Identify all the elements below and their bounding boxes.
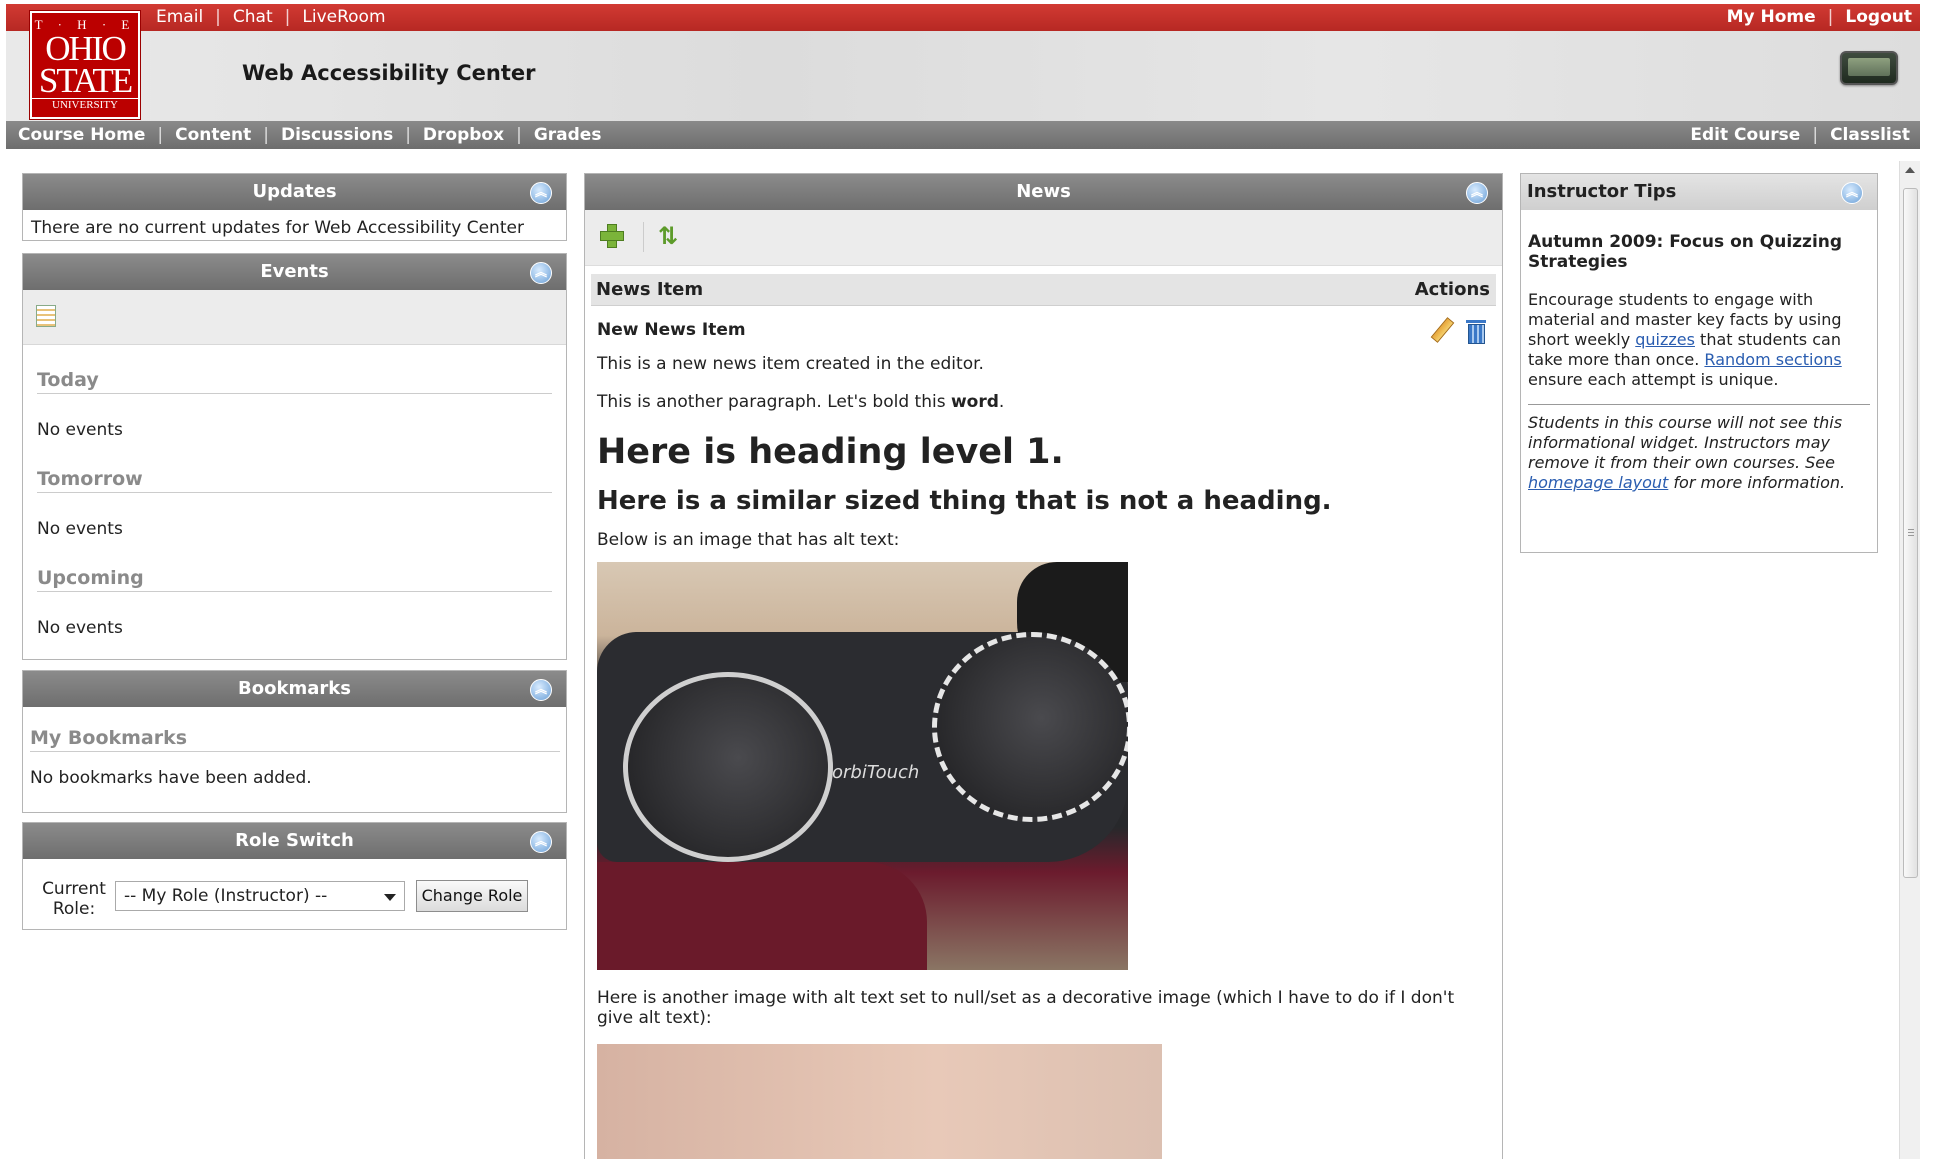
quizzes-link[interactable]: quizzes [1635, 330, 1695, 349]
current-role-label: Current Role: [42, 879, 106, 919]
bookmarks-text: No bookmarks have been added. [30, 768, 312, 788]
updates-widget: Updates There are no current updates for… [22, 173, 567, 241]
top-links-right: My Home | Logout [1727, 4, 1912, 31]
widget-header: Instructor Tips [1521, 174, 1877, 210]
nav-classlist[interactable]: Classlist [1830, 121, 1910, 149]
reorder-icon[interactable]: ⇅ [658, 222, 678, 250]
role-select[interactable]: -- My Role (Instructor) -- [115, 881, 405, 911]
top-bar: Email | Chat | LiveRoom My Home | Logout [6, 4, 1920, 31]
add-news-icon[interactable] [600, 224, 624, 248]
news-paragraph: This is a new news item created in the e… [597, 354, 984, 374]
app-window: Email | Chat | LiveRoom My Home | Logout… [0, 0, 1934, 1159]
header-banner: Web Accessibility Center [6, 31, 1920, 123]
news-table-header: News Item Actions [591, 274, 1496, 306]
collapse-icon[interactable] [1466, 182, 1488, 204]
events-heading-today: Today [37, 345, 552, 394]
events-text: No events [37, 519, 123, 539]
decorative-photo [597, 1044, 1162, 1159]
course-nav: Course Home | Content | Discussions | Dr… [6, 121, 1920, 149]
news-widget: News ⇅ News Item Actions New News Item T… [584, 173, 1503, 1159]
nav-course-home[interactable]: Course Home [18, 121, 145, 149]
delete-trash-icon[interactable] [1466, 318, 1486, 344]
instructor-tips-widget: Instructor Tips Autumn 2009: Focus on Qu… [1520, 173, 1878, 553]
events-text: No events [37, 618, 123, 638]
events-heading-upcoming: Upcoming [37, 543, 552, 592]
osu-logo[interactable]: T · H · E OHIO STATE UNIVERSITY [29, 10, 141, 120]
homepage-layout-link[interactable]: homepage layout [1528, 473, 1668, 492]
news-toolbar: ⇅ [585, 210, 1502, 266]
widget-header: News [585, 174, 1502, 210]
events-toolbar [23, 290, 566, 345]
collapse-icon[interactable] [530, 831, 552, 853]
nav-discussions[interactable]: Discussions [281, 121, 393, 149]
change-role-button[interactable]: Change Role [416, 880, 528, 912]
vertical-scrollbar[interactable] [1899, 161, 1920, 1159]
scroll-up-icon[interactable] [1905, 167, 1915, 173]
col-actions: Actions [1414, 279, 1490, 300]
my-home-link[interactable]: My Home [1727, 4, 1816, 31]
collapse-icon[interactable] [530, 182, 552, 204]
news-item-title[interactable]: New News Item [597, 306, 1490, 340]
widget-header: Role Switch [23, 823, 566, 859]
site-title: Web Accessibility Center [242, 61, 536, 85]
events-heading-tomorrow: Tomorrow [37, 444, 552, 493]
widget-header: Bookmarks [23, 671, 566, 707]
email-link[interactable]: Email [156, 4, 203, 31]
events-text: No events [37, 420, 123, 440]
nav-edit-course[interactable]: Edit Course [1690, 121, 1800, 149]
tips-heading: Autumn 2009: Focus on Quizzing Strategie… [1528, 232, 1843, 272]
random-sections-link[interactable]: Random sections [1704, 350, 1841, 369]
tips-text: Encourage students to engage with materi… [1528, 290, 1842, 389]
collapse-icon[interactable] [530, 262, 552, 284]
chat-link[interactable]: Chat [233, 4, 273, 31]
tips-note: Students in this course will not see thi… [1528, 413, 1846, 492]
top-links-left: Email | Chat | LiveRoom [156, 4, 386, 31]
collapse-icon[interactable] [530, 679, 552, 701]
news-paragraph: Here is another image with alt text set … [597, 988, 1455, 1028]
events-widget: Events Today No events Tomorrow No event… [22, 253, 567, 660]
logout-link[interactable]: Logout [1845, 4, 1912, 31]
news-paragraph: This is another paragraph. Let's bold th… [597, 392, 1005, 412]
bookmarks-heading: My Bookmarks [30, 727, 560, 752]
bookmarks-widget: Bookmarks My Bookmarks No bookmarks have… [22, 670, 567, 813]
edit-pencil-icon[interactable] [1428, 318, 1452, 342]
updates-text: There are no current updates for Web Acc… [31, 218, 524, 238]
battery-icon [1840, 51, 1898, 85]
divider [1528, 404, 1870, 405]
widget-header: Updates [23, 174, 566, 210]
calendar-list-icon[interactable] [36, 305, 56, 327]
news-paragraph: Below is an image that has alt text: [597, 530, 900, 550]
nav-grades[interactable]: Grades [534, 121, 602, 149]
chevron-down-icon [384, 894, 396, 901]
collapse-icon[interactable] [1841, 182, 1863, 204]
liveroom-link[interactable]: LiveRoom [302, 4, 385, 31]
col-news-item: News Item [596, 279, 704, 300]
nav-dropbox[interactable]: Dropbox [423, 121, 504, 149]
news-heading-1: Here is heading level 1. [597, 432, 1064, 472]
nav-content[interactable]: Content [175, 121, 251, 149]
orbitouch-photo: orbiTouch [597, 562, 1128, 970]
events-list: Today No events Tomorrow No events Upcom… [23, 345, 566, 642]
news-fake-heading: Here is a similar sized thing that is no… [597, 486, 1332, 516]
widget-header: Events [23, 254, 566, 290]
role-switch-widget: Role Switch Current Role: -- My Role (In… [22, 822, 567, 930]
news-item: New News Item This is a new news item cr… [585, 306, 1502, 1159]
scroll-thumb[interactable] [1903, 188, 1918, 878]
